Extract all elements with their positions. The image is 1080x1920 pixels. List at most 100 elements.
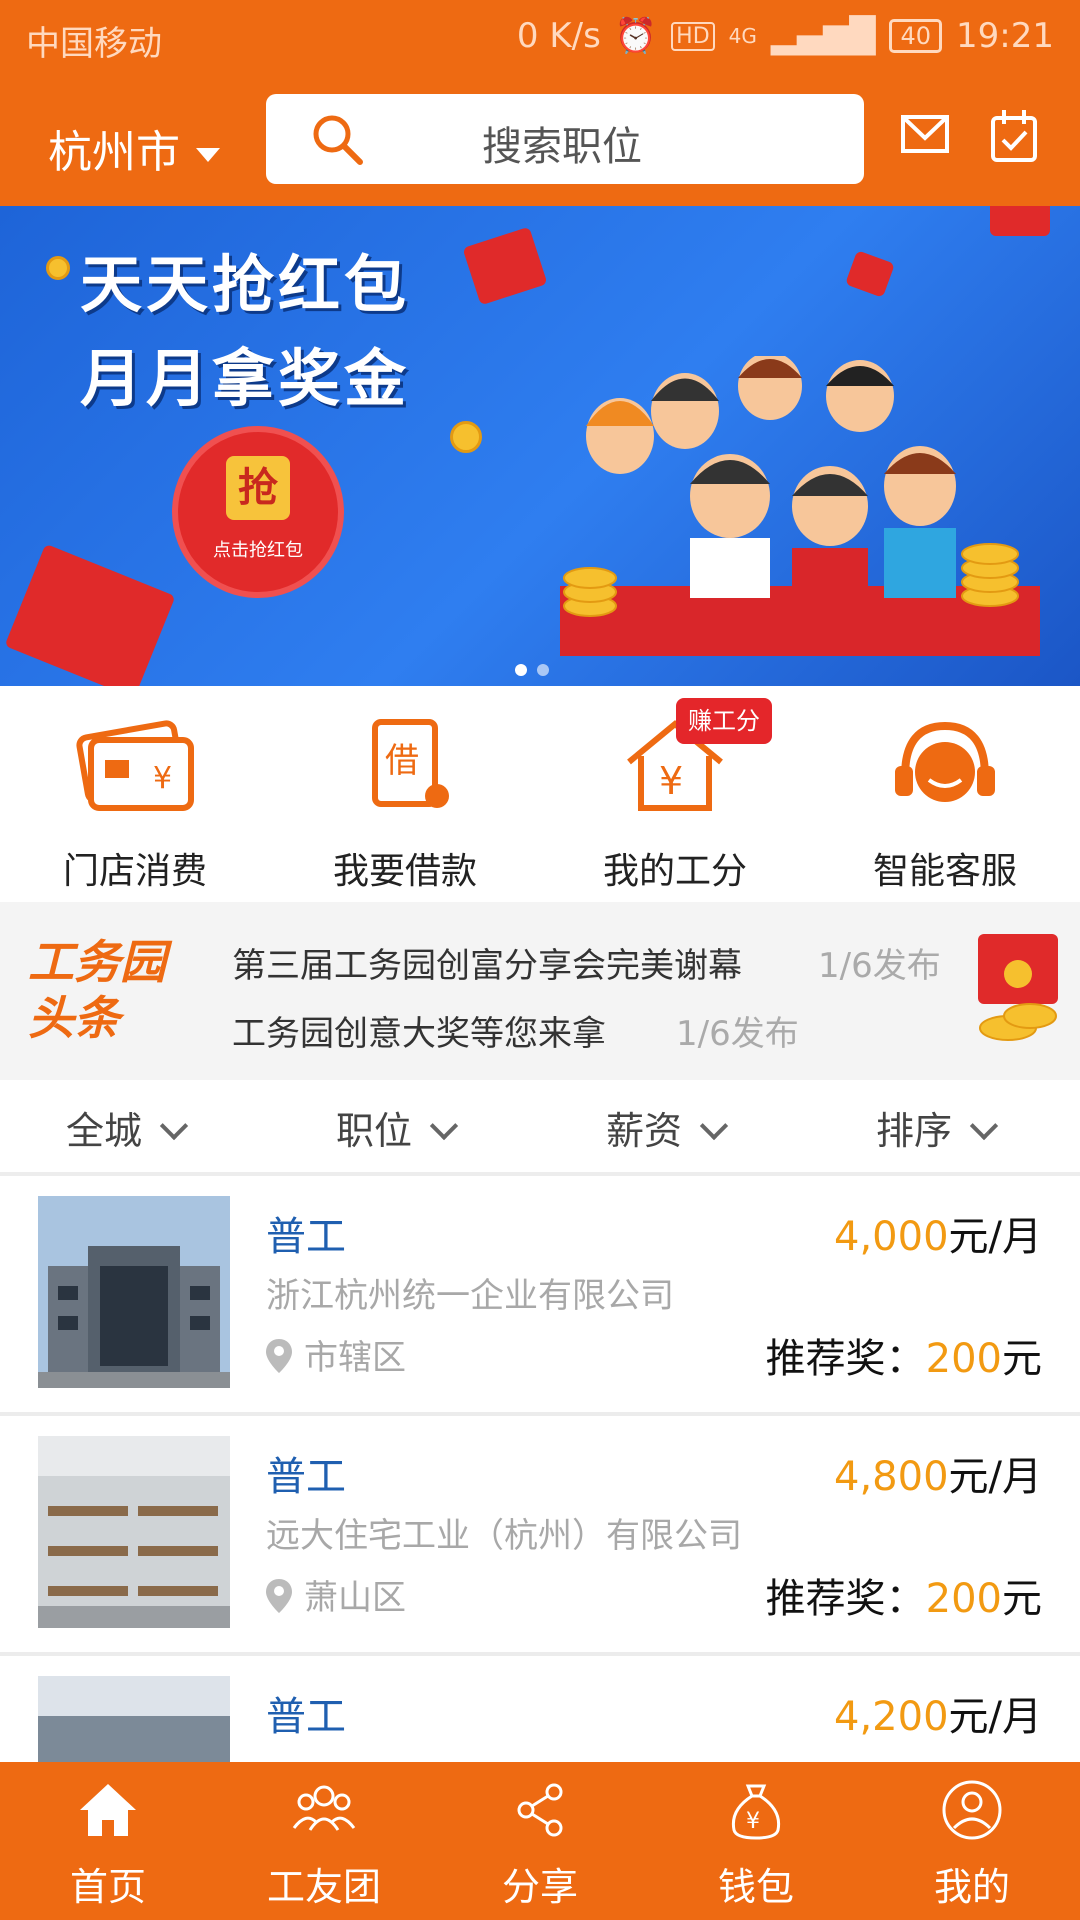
news-item-title[interactable]: 第三届工务园创富分享会完美谢幕: [232, 938, 742, 987]
red-packet-illustration: [4, 543, 176, 686]
search-placeholder: 搜索职位: [482, 124, 642, 170]
tab-label: 我的: [933, 1865, 1010, 1909]
clock: 19:21: [956, 16, 1054, 56]
tab-wallet[interactable]: ¥ 钱包: [648, 1762, 864, 1920]
grab-glyph: 抢: [226, 456, 290, 520]
quick-label: 门店消费: [62, 851, 207, 892]
chevron-down-icon: [429, 1111, 459, 1141]
tab-label: 首页: [69, 1865, 146, 1909]
quick-label: 我的工分: [602, 851, 747, 892]
wallet-bag-icon: ¥: [731, 1784, 781, 1840]
calendar-check-icon[interactable]: [990, 108, 1038, 164]
referral-reward: 推荐奖：200元: [766, 1326, 1042, 1384]
district-label: 萧山区: [304, 1578, 406, 1618]
job-title: 普工: [266, 1694, 346, 1740]
group-icon: [292, 1785, 356, 1831]
svg-text:借: 借: [385, 741, 419, 781]
home-icon: [80, 1784, 136, 1836]
news-item-date: 1/6发布: [818, 946, 941, 986]
quick-loan[interactable]: 借 我要借款: [270, 686, 540, 902]
carrier-label: 中国移动: [26, 24, 162, 64]
mail-icon[interactable]: [900, 112, 950, 158]
company-photo: [38, 1196, 230, 1388]
tab-home[interactable]: 首页: [0, 1762, 216, 1920]
company-photo: [38, 1436, 230, 1628]
earn-points-badge: 赚工分: [676, 698, 772, 744]
tab-workmates[interactable]: 工友团: [216, 1762, 432, 1920]
news-logo-line-1: 工务园: [28, 935, 166, 989]
battery-icon: 40: [889, 19, 943, 53]
reward-unit: 元: [1002, 1576, 1042, 1622]
bottom-tab-bar: 首页 工友团 分享 ¥ 钱包 我的: [0, 1762, 1080, 1920]
grab-redpacket-button[interactable]: 抢 点击抢红包: [172, 426, 344, 598]
share-icon: [517, 1783, 563, 1837]
search-box[interactable]: 搜索职位: [266, 94, 864, 184]
salary-amount: 4,800: [834, 1454, 949, 1500]
job-list: 普工 4,000元/月 浙江杭州统一企业有限公司 市辖区 推荐奖：200元 普工…: [0, 1176, 1080, 1762]
job-salary: 4,200元/月: [834, 1684, 1042, 1742]
tab-share[interactable]: 分享: [432, 1762, 648, 1920]
reward-label: 推荐奖：: [765, 1576, 926, 1622]
salary-unit: 元/月: [948, 1214, 1042, 1260]
pager-dot: [537, 664, 549, 676]
location-pin-icon: [266, 1339, 292, 1373]
chevron-down-icon: [159, 1111, 189, 1141]
app-header: 杭州市 搜索职位: [0, 72, 1080, 206]
reward-label: 推荐奖：: [765, 1336, 926, 1382]
red-packet-gift-icon[interactable]: [968, 924, 1068, 1054]
job-card[interactable]: 普工 4,000元/月 浙江杭州统一企业有限公司 市辖区 推荐奖：200元: [0, 1176, 1080, 1416]
red-packet-illustration: [462, 226, 548, 306]
job-title: 普工: [266, 1454, 346, 1500]
filter-label: 薪资: [606, 1109, 683, 1153]
news-item-title[interactable]: 工务园创意大奖等您来拿: [232, 1006, 606, 1055]
loan-scroll-icon: 借: [372, 719, 449, 808]
promo-banner[interactable]: 天天抢红包 月月拿奖金 抢 点击抢红包: [0, 206, 1080, 686]
city-label: 杭州市: [48, 127, 180, 178]
salary-unit: 元/月: [948, 1694, 1042, 1740]
battery-level: 40: [900, 22, 932, 50]
svg-text:¥: ¥: [659, 759, 683, 803]
svg-text:¥: ¥: [153, 761, 172, 796]
news-item-date: 1/6发布: [676, 1014, 799, 1054]
svg-text:¥: ¥: [746, 1809, 760, 1834]
news-logo-line-2: 头条: [28, 991, 120, 1045]
filter-bar: 全城 职位 薪资 排序: [0, 1080, 1080, 1176]
pager-dot-active: [515, 664, 527, 676]
celebrating-people-illustration: [560, 356, 1040, 656]
red-packet-illustration: [990, 206, 1050, 236]
headline-news: 工务园 头条 第三届工务园创富分享会完美谢幕 1/6发布 工务园创意大奖等您来拿 …: [0, 902, 1080, 1080]
filter-label: 职位: [336, 1109, 413, 1153]
alarm-icon: ⏰: [614, 16, 658, 56]
grab-button-label: 点击抢红包: [213, 540, 303, 561]
job-location: 市辖区: [266, 1330, 406, 1379]
reward-amount: 200: [925, 1576, 1002, 1622]
filter-label: 排序: [876, 1109, 953, 1153]
red-packet-illustration: [845, 250, 895, 298]
signal-icon: ▂▄▆█: [770, 16, 876, 56]
filter-city[interactable]: 全城: [66, 1100, 189, 1155]
job-card[interactable]: 普工 4,200元/月: [0, 1656, 1080, 1762]
coin-illustration: [450, 421, 482, 453]
search-icon: [313, 115, 363, 165]
banner-headline-2: 月月拿奖金: [80, 342, 411, 415]
tab-label: 工友团: [266, 1865, 381, 1909]
filter-position[interactable]: 职位: [336, 1100, 459, 1155]
job-title: 普工: [266, 1214, 346, 1260]
coin-illustration: [46, 256, 70, 280]
tab-profile[interactable]: 我的: [864, 1762, 1080, 1920]
reward-amount: 200: [925, 1336, 1002, 1382]
job-card[interactable]: 普工 4,800元/月 远大住宅工业（杭州）有限公司 萧山区 推荐奖：200元: [0, 1416, 1080, 1656]
city-selector[interactable]: 杭州市: [48, 116, 220, 180]
company-name: 浙江杭州统一企业有限公司: [266, 1276, 674, 1316]
salary-unit: 元/月: [948, 1454, 1042, 1500]
location-pin-icon: [266, 1579, 292, 1613]
company-photo: [38, 1676, 230, 1762]
quick-customer-service[interactable]: 智能客服: [810, 686, 1080, 902]
filter-sort[interactable]: 排序: [876, 1100, 999, 1155]
network-type: 4G: [728, 24, 757, 48]
salary-amount: 4,000: [834, 1214, 949, 1260]
caret-down-icon: [196, 148, 220, 162]
job-location: 萧山区: [266, 1570, 406, 1619]
filter-salary[interactable]: 薪资: [606, 1100, 729, 1155]
quick-store-consumption[interactable]: ¥ 门店消费: [0, 686, 270, 902]
